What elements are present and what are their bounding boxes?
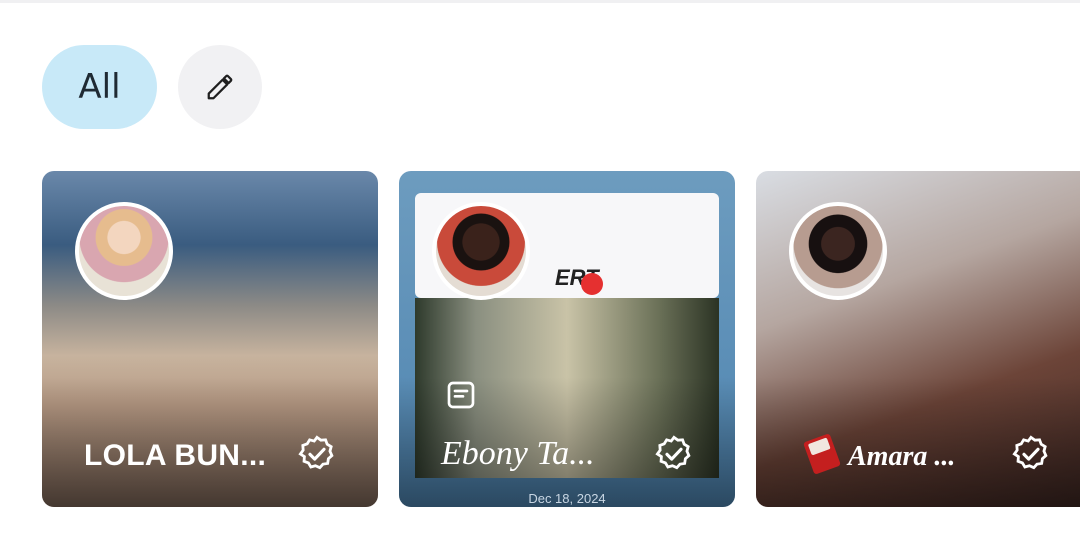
- channel-name: LOLA BUN...: [84, 439, 267, 472]
- verified-badge-icon: [655, 435, 691, 470]
- avatar[interactable]: [432, 202, 530, 300]
- channel-card-lola[interactable]: LOLA BUN...: [42, 171, 378, 507]
- filter-all-label: All: [78, 67, 121, 107]
- avatar[interactable]: [75, 202, 173, 300]
- verified-badge-icon: [1012, 435, 1048, 470]
- filter-all-chip[interactable]: All: [42, 45, 157, 129]
- verified-badge-icon: [298, 435, 334, 470]
- channel-card-ebony[interactable]: ERT Ebony Ta... Dec 18, 2024: [399, 171, 735, 507]
- document-icon: [447, 381, 475, 409]
- channel-name: Amara ...: [848, 441, 956, 472]
- post-date: Dec 18, 2024: [528, 491, 606, 506]
- red-dot-icon: [581, 273, 603, 295]
- edit-filters-button[interactable]: [178, 45, 262, 129]
- pencil-icon: [207, 74, 233, 100]
- channel-card-amara[interactable]: Amara ...: [756, 171, 1080, 507]
- top-divider: [0, 0, 1080, 3]
- avatar[interactable]: [789, 202, 887, 300]
- channel-name: Ebony Ta...: [441, 435, 595, 472]
